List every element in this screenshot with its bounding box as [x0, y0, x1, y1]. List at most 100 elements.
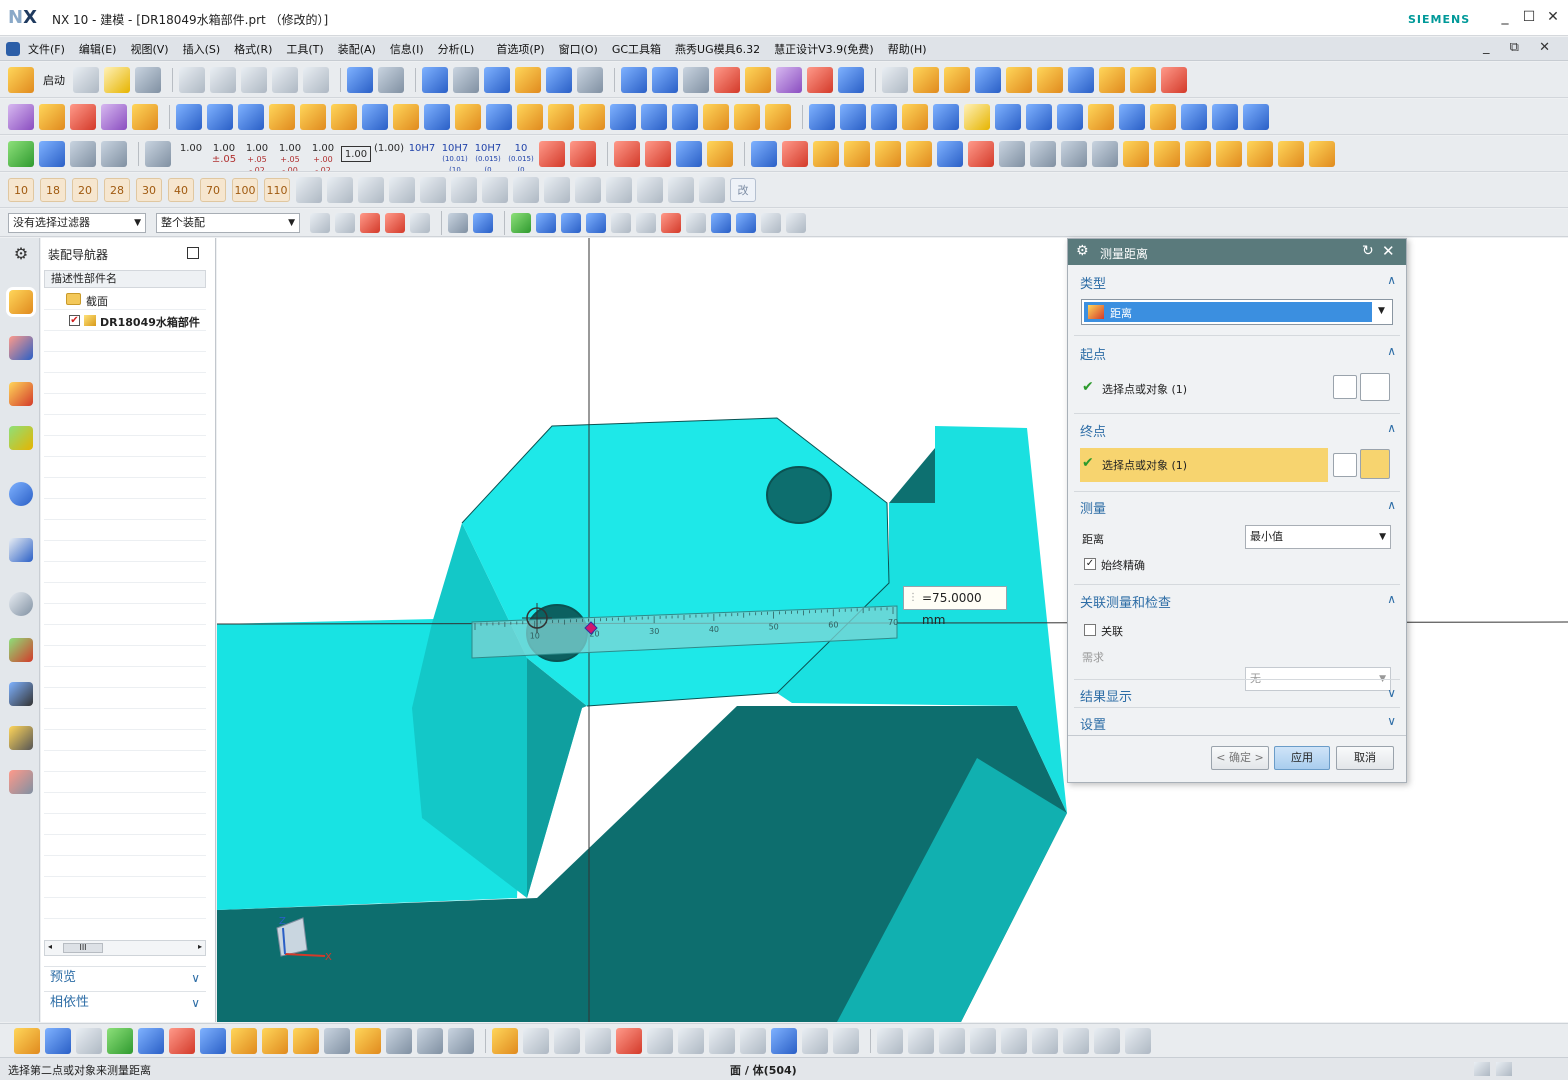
revolve-icon[interactable] [944, 66, 970, 93]
offset-face-icon[interactable] [871, 103, 897, 130]
measure-value-tag[interactable]: ⋮ =75.0000 mm [903, 586, 1007, 627]
solid-icon[interactable] [999, 140, 1025, 167]
snap-off-icon[interactable] [786, 212, 806, 233]
end-point-section-title[interactable]: 终点 [1080, 421, 1106, 440]
tolerance-fit-limit-1[interactable]: 10H7 (10.01) (10 [440, 141, 470, 172]
plate-size-70[interactable]: 70 [200, 178, 226, 202]
split-body-icon[interactable] [809, 103, 835, 130]
new-file-icon[interactable] [73, 66, 99, 93]
bom-icon[interactable] [672, 103, 698, 130]
drag-handle-icon[interactable]: ⋮ [908, 587, 918, 609]
plate-size-20[interactable]: 20 [72, 178, 98, 202]
mold-base-icon[interactable] [238, 103, 264, 130]
hole-icon[interactable] [1006, 66, 1032, 93]
pattern-curve-icon[interactable] [1001, 1027, 1027, 1054]
selection-icon[interactable] [776, 66, 802, 93]
check-icon[interactable] [8, 140, 34, 167]
mirror-curve-icon[interactable] [1032, 1027, 1058, 1054]
assembly-constraints-icon[interactable] [45, 1027, 71, 1054]
rect-select-icon[interactable] [410, 212, 430, 233]
tee-icon[interactable] [1212, 103, 1238, 130]
ok-button[interactable]: < 确定 > [1211, 746, 1269, 770]
grid-icon[interactable] [1181, 103, 1207, 130]
snap-point-icon[interactable] [745, 66, 771, 93]
menu-view[interactable]: 视图(V) [130, 41, 168, 57]
insert-component-icon[interactable] [14, 1027, 40, 1054]
tolerance-basic[interactable]: 1.00 [341, 145, 371, 162]
clearance-icon[interactable] [324, 1027, 350, 1054]
ejector-pin-icon[interactable] [269, 103, 295, 130]
point-plus-icon[interactable] [802, 1027, 828, 1054]
snap-existing-icon[interactable] [711, 212, 731, 233]
system-materials-icon[interactable] [9, 638, 33, 662]
menu-edit[interactable]: 编辑(E) [79, 41, 117, 57]
view-orient-icon[interactable] [484, 66, 510, 93]
ruler-icon[interactable] [838, 66, 864, 93]
plate-size-10[interactable]: 10 [8, 178, 34, 202]
profile-h-icon[interactable] [513, 177, 539, 203]
web-browser-icon[interactable] [9, 538, 33, 562]
plate-size-100[interactable]: 100 [232, 178, 258, 202]
menu-huizheng-design[interactable]: 慧正设计V3.9(免费) [774, 41, 874, 57]
support-pillar-icon[interactable] [610, 103, 636, 130]
redo-icon[interactable] [303, 66, 329, 93]
close-icon[interactable]: ✕ [1382, 242, 1395, 260]
type-section-title[interactable]: 类型 [1080, 273, 1106, 292]
pad-icon[interactable] [1068, 66, 1094, 93]
cooling-icon[interactable] [362, 103, 388, 130]
reset-icon[interactable]: ↻ [1362, 243, 1374, 259]
tolerance-fit-limit-3[interactable]: 10 (0.015) (0 [506, 141, 536, 172]
info-object-icon[interactable] [378, 66, 404, 93]
apply-button[interactable]: 应用 [1274, 746, 1330, 770]
plate-size-18[interactable]: 18 [40, 178, 66, 202]
boss-icon[interactable] [1037, 66, 1063, 93]
curve-icon[interactable] [968, 140, 994, 167]
filter-reset-icon[interactable] [310, 212, 330, 233]
snap-icon[interactable] [360, 212, 380, 233]
always-accurate-checkbox[interactable]: ✓ [1084, 558, 1096, 570]
plate-size-30[interactable]: 30 [136, 178, 162, 202]
document-window-controls[interactable]: _ ⧉ ✕ [1483, 40, 1558, 55]
point-icon[interactable] [813, 140, 839, 167]
menu-window[interactable]: 窗口(O) [559, 41, 598, 57]
type-filter-select[interactable]: 没有选择过滤器 ▼ [8, 212, 146, 233]
tolerance-fit[interactable]: 10H7 [407, 141, 437, 167]
slot-icon[interactable] [1130, 66, 1156, 93]
body-icon[interactable] [937, 140, 963, 167]
chevron-up-icon[interactable]: ∧ [1387, 344, 1396, 358]
horizontal-scrollbar[interactable]: ◂ III ▸ [44, 940, 206, 956]
profile-k-icon[interactable] [606, 177, 632, 203]
dependencies-section[interactable]: 相依性 ∨ [44, 991, 206, 1013]
tolerance-bilateral-3[interactable]: 1.00 +.00 -.02 [308, 141, 338, 172]
plate-size-28[interactable]: 28 [104, 178, 130, 202]
profile-c-icon[interactable] [358, 177, 384, 203]
render-style-icon[interactable] [453, 66, 479, 93]
gdt-icon[interactable] [539, 140, 565, 167]
pocket-mold-icon[interactable] [517, 103, 543, 130]
cube-icon[interactable] [875, 140, 901, 167]
add-component-icon[interactable] [39, 103, 65, 130]
measure-distance-icon[interactable] [347, 66, 373, 93]
checkbox-icon[interactable]: ✔ [69, 315, 80, 326]
sketch-icon[interactable] [882, 66, 908, 93]
close-button[interactable]: ✕ [1544, 8, 1562, 26]
slider-icon[interactable] [393, 103, 419, 130]
select-inferred-point-icon[interactable] [1360, 373, 1390, 401]
shaded-icon[interactable] [515, 66, 541, 93]
parts-list-icon[interactable] [1123, 140, 1149, 167]
rect-icon[interactable] [995, 103, 1021, 130]
profile-f-icon[interactable] [451, 177, 477, 203]
face-select-icon[interactable] [473, 212, 493, 233]
round-corner-icon[interactable] [1057, 103, 1083, 130]
profile-m-icon[interactable] [668, 177, 694, 203]
fit-view-icon[interactable] [422, 66, 448, 93]
arrangement-icon[interactable] [231, 1027, 257, 1054]
layer-settings-icon[interactable] [683, 66, 709, 93]
wave-icon[interactable] [293, 1027, 319, 1054]
app-menu-icon[interactable] [6, 41, 20, 56]
table-icon[interactable] [70, 140, 96, 167]
maximize-icon[interactable] [187, 247, 199, 259]
insert-icon[interactable] [455, 103, 481, 130]
frame-icon[interactable] [1243, 103, 1269, 130]
locating-ring-icon[interactable] [579, 103, 605, 130]
